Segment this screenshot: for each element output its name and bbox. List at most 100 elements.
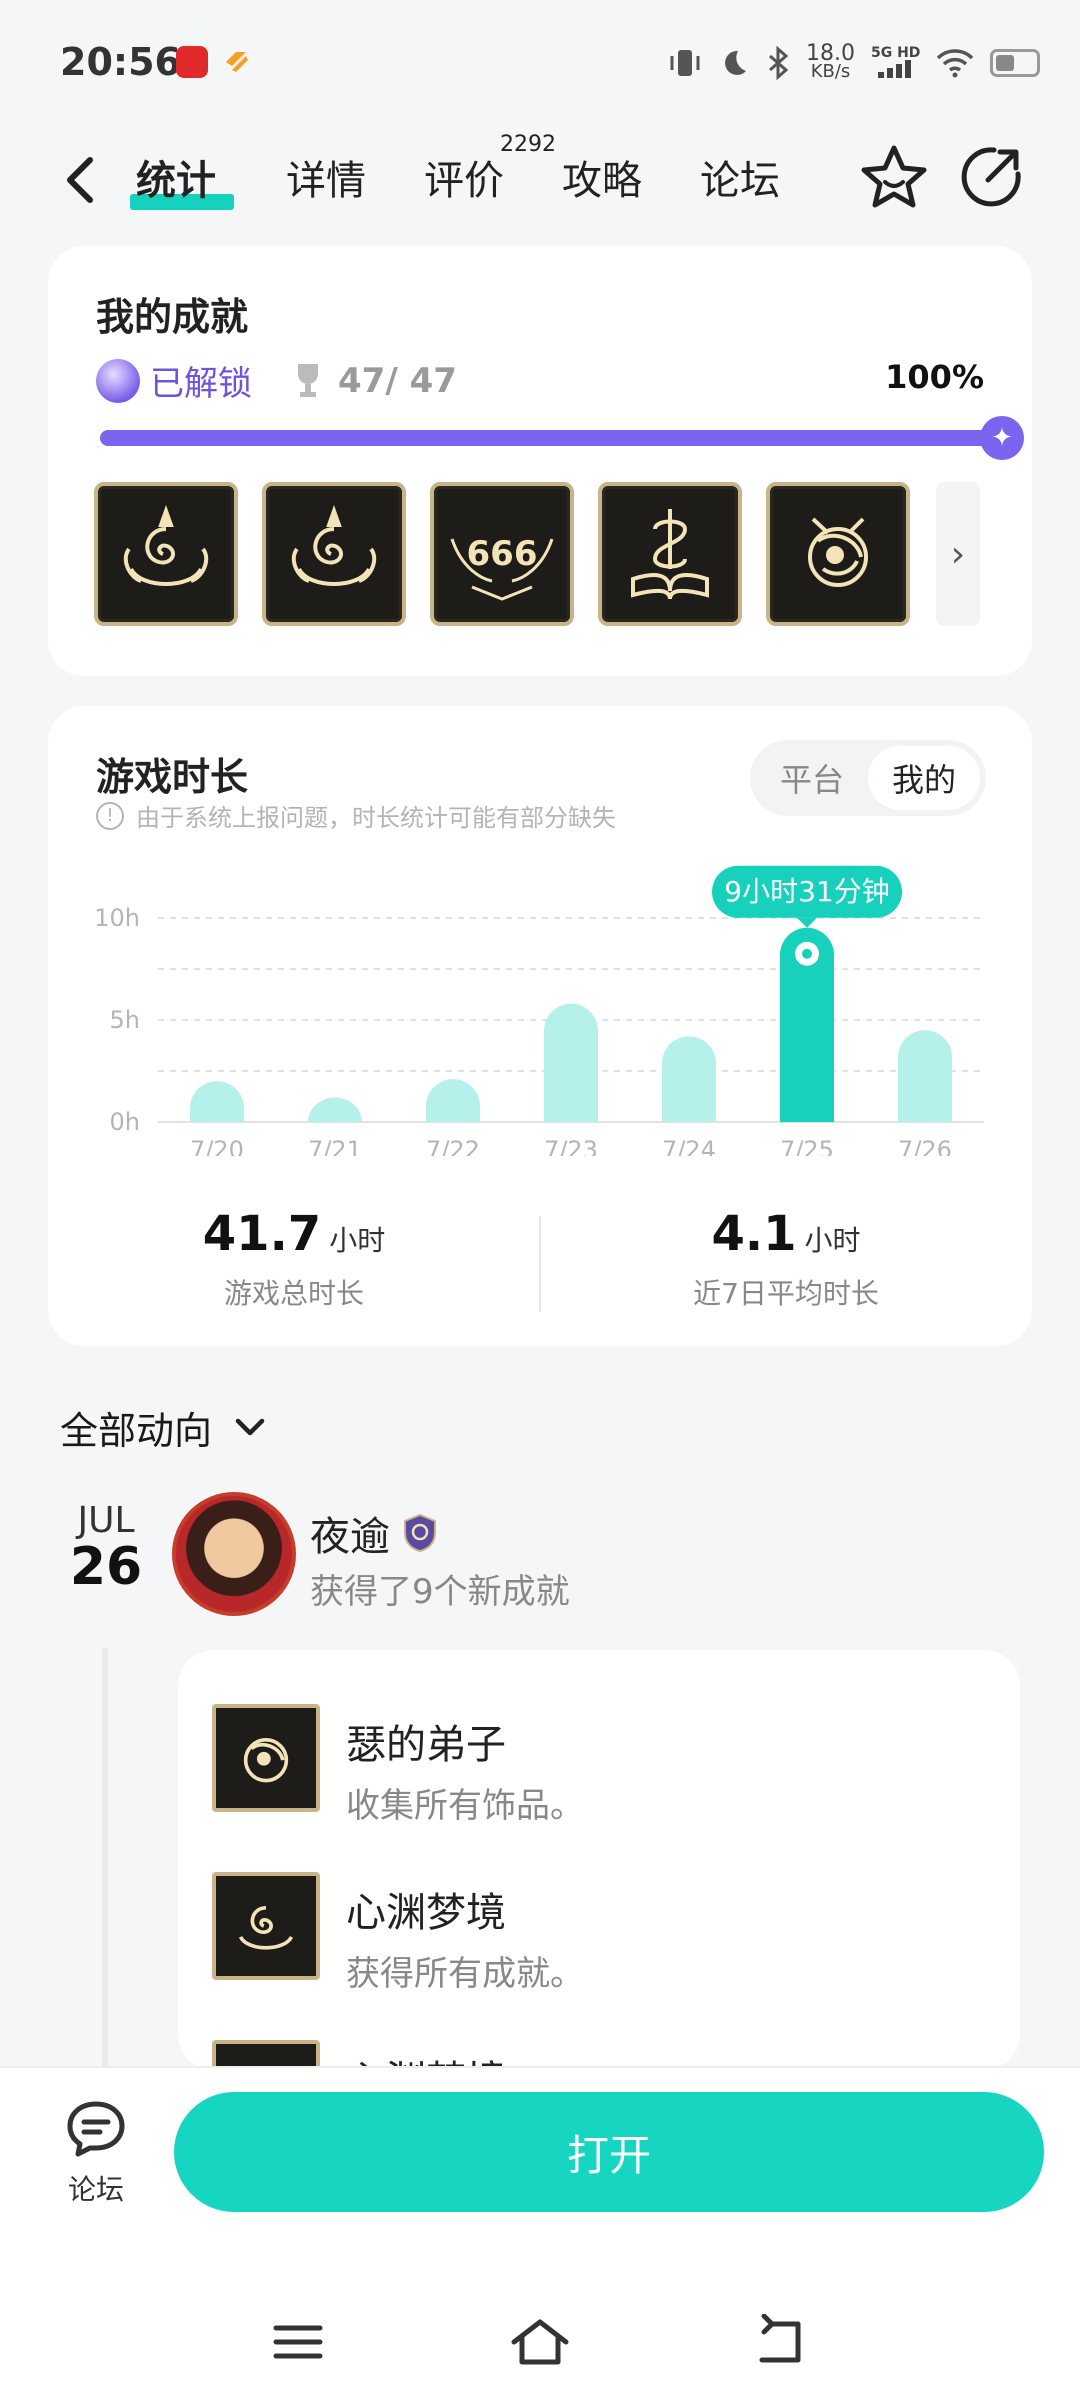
moon-icon [725, 50, 746, 75]
tab-details[interactable]: 详情 [286, 148, 366, 206]
orb-emblem-icon [808, 517, 868, 587]
share-icon[interactable] [958, 144, 1024, 210]
achievement-badge-spiral[interactable] [94, 482, 238, 626]
achievements-card[interactable]: 我的成就 已解锁 47/ 47 100% ✦ 666 › [48, 246, 1032, 676]
chart-highlight-marker-dot [802, 948, 812, 959]
feed-user[interactable]: 夜逾 [310, 1504, 438, 1562]
achievement-badge-666[interactable]: 666 [430, 482, 574, 626]
playtime-notice-text: 由于系统上报问题，时长统计可能有部分缺失 [136, 804, 616, 832]
achievement-percent: 100% [885, 358, 984, 396]
achievements-title: 我的成就 [96, 295, 249, 339]
achievement-progress-bar: ✦ [100, 416, 1024, 460]
stat-average: 4.1 小时 近7日平均时长 [540, 1206, 1032, 1312]
playtime-card: 游戏时长 平台 我的 ! 由于系统上报问题，时长统计可能有部分缺失 10h 5h 0… [48, 706, 1032, 1346]
timeline-line [102, 1648, 108, 2068]
chart-xtick-label: 7/22 [426, 1136, 480, 1156]
back-nav-icon[interactable] [752, 2314, 812, 2370]
home-icon[interactable] [506, 2314, 574, 2370]
status-icons: 18.0 KB/s 5G HD [668, 38, 1041, 88]
app-notification-icon [226, 52, 248, 72]
vibrate-icon [670, 50, 700, 76]
achievement-count: 47/ 47 [338, 360, 457, 401]
achievement-desc: 收集所有饰品。 [346, 1786, 584, 1826]
status-time: 20:56 [60, 40, 181, 84]
menu-icon[interactable] [270, 2320, 326, 2364]
achievement-badge-orb[interactable] [766, 482, 910, 626]
spiral-emblem-icon [123, 505, 209, 586]
tab-stats[interactable]: 统计 [136, 148, 216, 206]
feed-filter-label: 全部动向 [60, 1409, 213, 1453]
chart-xtick-label: 7/26 [898, 1136, 952, 1156]
chart-bar [662, 1036, 716, 1122]
chart-bar [190, 1081, 244, 1122]
spiral-emblem-icon [212, 1872, 320, 1980]
achievement-badge-spiral-2[interactable] [262, 482, 406, 626]
playtime-title: 游戏时长 [96, 755, 249, 799]
stat-total: 41.7 小时 游戏总时长 [48, 1206, 540, 1312]
avatar[interactable] [172, 1492, 296, 1616]
feed-date-day: 26 [69, 1537, 143, 1597]
signal-label: 5G HD [870, 44, 921, 61]
unlock-status: 已解锁 47/ 47 [96, 356, 457, 405]
avg-playtime-unit: 小时 [804, 1224, 861, 1257]
playtime-stats: 41.7 小时 游戏总时长 4.1 小时 近7日平均时长 [48, 1206, 1032, 1326]
chart-ytick-label: 5h [110, 1006, 140, 1034]
achievement-progress-fill [100, 430, 1020, 446]
battery-icon [990, 49, 1041, 77]
list-item[interactable]: 瑟的弟子 收集所有饰品。 [212, 1704, 584, 1827]
spiral-emblem-svg [238, 1906, 294, 1950]
forum-button[interactable]: 论坛 [56, 2098, 136, 2208]
segment-mine[interactable]: 我的 [868, 746, 980, 810]
achievement-name: 心渊梦境 [346, 1890, 506, 1936]
chart-xtick-label: 7/20 [190, 1136, 244, 1156]
tab-forum[interactable]: 论坛 [700, 148, 780, 206]
book-emblem-icon [631, 509, 709, 600]
segment-platform[interactable]: 平台 [756, 746, 868, 810]
signal-bars-icon [877, 59, 911, 78]
feed-filter-dropdown[interactable]: 全部动向 [60, 1400, 270, 1455]
feed-date-month: JUL [77, 1500, 135, 1541]
tab-guides[interactable]: 攻略 [562, 148, 642, 206]
chart-ytick-label: 10h [94, 904, 140, 932]
system-nav-bar [0, 2300, 1080, 2380]
feed-date: JUL 26 [66, 1500, 146, 1593]
reviews-count-badge: 2292 [500, 132, 556, 157]
spiral-emblem-icon [291, 505, 377, 586]
list-item[interactable]: 心渊梦境 获得所有成就。 [212, 1872, 584, 1995]
avg-playtime-label: 近7日平均时长 [693, 1277, 879, 1310]
network-speed-unit: KB/s [810, 61, 851, 82]
status-bar: 20:56 18.0 KB/s 5G HD [0, 0, 1080, 120]
666-wings-icon: 666 [450, 534, 554, 601]
chart-xtick-label: 7/21 [308, 1136, 362, 1156]
feed-user-name: 夜逾 [310, 1514, 390, 1560]
chart-xtick-label: 7/24 [662, 1136, 716, 1156]
playtime-segment-control: 平台 我的 [750, 740, 986, 816]
wifi-icon [937, 49, 974, 78]
back-arrow-icon[interactable] [56, 152, 106, 208]
user-shield-badge-icon [404, 1513, 436, 1553]
tab-reviews[interactable]: 评价 [424, 148, 504, 206]
achievement-badge-book[interactable] [598, 482, 742, 626]
chart-tooltip-text: 9小时31分钟 [724, 875, 889, 908]
chart-bar [898, 1030, 952, 1122]
favorite-star-icon[interactable] [858, 142, 930, 214]
chart-bar [544, 1003, 598, 1122]
open-game-button[interactable]: 打开 [174, 2092, 1044, 2212]
more-badges-chevron-icon[interactable]: › [936, 482, 980, 626]
achievement-name: 瑟的弟子 [346, 1722, 506, 1768]
orb-emblem-svg [243, 1738, 289, 1783]
chart-xtick-label: 7/23 [544, 1136, 598, 1156]
achievement-feed-list: 瑟的弟子 收集所有饰品。 心渊梦境 获得所有成就。 心渊梦境 [178, 1650, 1020, 2070]
top-nav: 统计 详情 评价 2292 攻略 论坛 [0, 130, 1080, 230]
playtime-notice: ! 由于系统上报问题，时长统计可能有部分缺失 [96, 798, 616, 833]
bluetooth-icon [769, 46, 789, 80]
info-icon: ! [96, 801, 124, 830]
orb-emblem-icon [212, 1704, 320, 1812]
netease-music-icon [176, 46, 208, 78]
signal-indicator: 5G HD [871, 46, 920, 81]
trophy-cup-icon [96, 358, 140, 403]
playtime-bar-chart: 10h 5h 0h 7/20 7/21 7/22 7/23 7/24 7/25 9小时31分钟 7/… [94, 865, 984, 1156]
avg-playtime-value: 4.1 [711, 1206, 797, 1262]
unlocked-label: 已解锁 [150, 364, 252, 404]
total-playtime-value: 41.7 [202, 1206, 322, 1262]
